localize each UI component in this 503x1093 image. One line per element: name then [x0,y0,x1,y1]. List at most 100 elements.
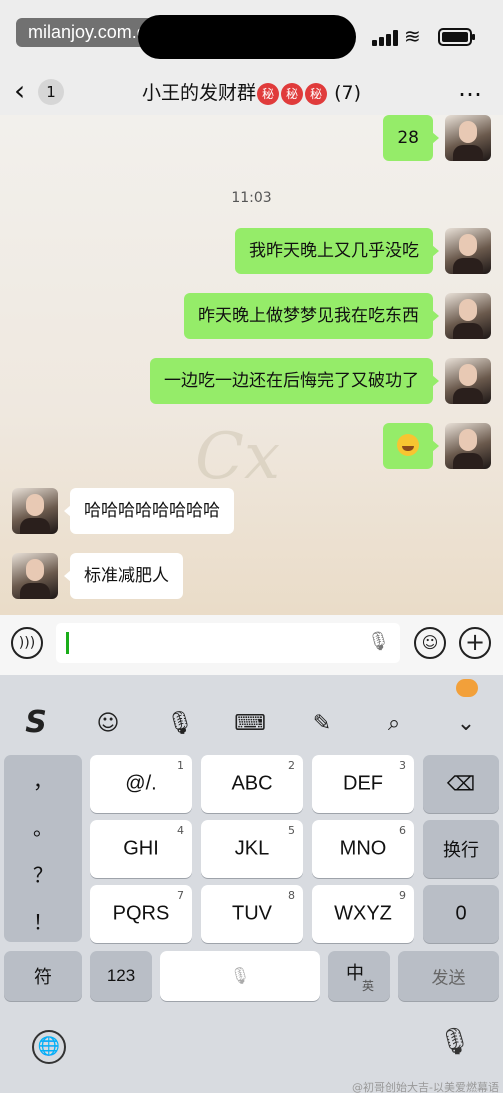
message-bubble[interactable]: 昨天晚上做梦梦见我在吃东西 [184,293,439,339]
key-number: 9 [399,889,406,902]
my-avatar[interactable] [445,293,491,339]
chat-title: 小王的发财群秘秘秘 (7) [0,78,503,105]
secret-emoji-icon: 秘 [281,83,304,105]
timestamp: 11:03 [231,190,272,206]
punctuation-column: ， 。 ？ ！ [4,755,82,942]
friend-avatar[interactable] [12,553,58,599]
key-number: 3 [399,759,406,772]
key-label: PQRS [112,902,170,925]
cellular-signal-icon [372,30,400,46]
key-9[interactable]: WXYZ 9 [312,885,414,943]
sogou-logo-icon[interactable]: S [20,705,52,740]
message-row: 我昨天晚上又几乎没吃 [235,228,491,274]
key-label: MNO [339,837,387,860]
key-1[interactable]: @/. 1 [90,755,192,813]
my-avatar[interactable] [445,115,491,161]
space-key[interactable]: 🎙 [160,951,320,1001]
key-label: @/. [125,772,157,795]
keyboard-layout-icon[interactable]: ⌨ [234,711,266,736]
key-2[interactable]: ABC 2 [201,755,303,813]
friend-avatar[interactable] [12,488,58,534]
key-label: GHI [123,837,159,860]
key-7[interactable]: PQRS 7 [90,885,192,943]
comma-key[interactable]: ， [4,765,82,794]
key-number: 5 [288,824,295,837]
period-key[interactable]: 。 [4,812,82,841]
keyboard: S ☺ 🎙 ⌨ ✎ ⌕ ⌄ ， 。 ？ ！ @/. 1 ABC 2 DEF 3 ⌫ G… [0,675,503,1093]
bottom-watermark: @初哥创始大吉-以美爱燃幕语 [352,1081,499,1093]
search-icon[interactable]: ⌕ [378,711,410,736]
question-key[interactable]: ？ [4,859,82,888]
key-3[interactable]: DEF 3 [312,755,414,813]
english-label: 英 [362,979,375,993]
globe-icon[interactable]: 🌐 [32,1030,66,1064]
message-row [383,423,491,469]
message-row: 昨天晚上做梦梦见我在吃东西 [184,293,491,339]
emoji-icon[interactable]: ☺ [414,627,446,659]
key-number: 6 [399,824,406,837]
secret-emoji-icon: 秘 [257,83,280,105]
message-input[interactable]: 🎙 [56,623,400,663]
language-switch-key[interactable]: 中 英 [328,951,390,1001]
key-label: 符 [34,967,52,987]
send-key[interactable]: 发送 [398,951,499,1001]
key-number: 8 [288,889,295,902]
laughing-crying-face-icon [397,434,419,456]
key-label: 0 [455,902,467,925]
message-bubble[interactable]: 哈哈哈哈哈哈哈哈 [64,488,234,534]
background-watermark: Cx [195,420,281,494]
message-bubble[interactable]: 一边吃一边还在后悔完了又破功了 [150,358,439,404]
message-row: 一边吃一边还在后悔完了又破功了 [150,358,491,404]
plus-icon[interactable]: + [459,627,491,659]
my-avatar[interactable] [445,423,491,469]
symbol-key[interactable]: 符 [4,951,82,1001]
newline-key[interactable]: 换行 [423,820,499,878]
chat-messages[interactable]: Cx 28 11:03 我昨天晚上又几乎没吃 昨天晚上做梦梦见我在吃东西 一边吃… [0,115,503,615]
chat-title-text: 小王的发财群 [142,82,257,104]
message-input-bar: ))) 🎙 ☺ + [0,615,503,675]
handwriting-icon[interactable]: ✎ [306,711,338,736]
key-6[interactable]: MNO 6 [312,820,414,878]
exclamation-key[interactable]: ！ [4,906,82,935]
backspace-icon: ⌫ [446,773,476,796]
keyboard-toolbar: S ☺ 🎙 ⌨ ✎ ⌕ ⌄ [0,675,503,750]
key-number: 4 [177,824,184,837]
key-number: 7 [177,889,184,902]
key-label: TUV [232,902,272,925]
voice-keyboard-icon[interactable]: 🎙 [164,711,196,736]
battery-icon [438,28,475,46]
numeric-key[interactable]: 123 [90,951,152,1001]
key-4[interactable]: GHI 4 [90,820,192,878]
message-bubble[interactable]: 我昨天晚上又几乎没吃 [235,228,439,274]
message-bubble[interactable]: 28 [383,115,439,161]
key-label: 发送 [431,968,466,988]
voice-input-icon[interactable]: 🎙 [367,631,390,652]
dictation-mic-icon[interactable]: 🎙 [438,1027,471,1057]
key-label: WXYZ [334,902,392,925]
secret-emoji-icon: 秘 [305,83,328,105]
mascot-icon[interactable] [456,679,478,697]
key-5[interactable]: JKL 5 [201,820,303,878]
chat-header: ‹ 1 小王的发财群秘秘秘 (7) … [0,70,503,115]
collapse-keyboard-icon[interactable]: ⌄ [450,711,482,736]
key-label: ABC [231,772,273,795]
emoji-panel-icon[interactable]: ☺ [92,711,124,736]
message-bubble[interactable] [383,423,439,469]
member-count: (7) [334,82,361,104]
key-label: 123 [106,966,136,985]
key-8[interactable]: TUV 8 [201,885,303,943]
key-label: DEF [343,772,383,795]
message-bubble[interactable]: 标准减肥人 [64,553,183,599]
delete-key[interactable]: ⌫ [423,755,499,813]
message-row: 28 [383,115,491,161]
message-row: 哈哈哈哈哈哈哈哈 [12,488,234,534]
key-0[interactable]: 0 [423,885,499,943]
key-number: 2 [288,759,295,772]
my-avatar[interactable] [445,228,491,274]
message-row: 标准减肥人 [12,553,183,599]
my-avatar[interactable] [445,358,491,404]
key-label: 换行 [443,840,479,860]
more-options-icon[interactable]: … [458,74,483,102]
voice-toggle-icon[interactable]: ))) [11,627,43,659]
dynamic-island [138,15,356,59]
